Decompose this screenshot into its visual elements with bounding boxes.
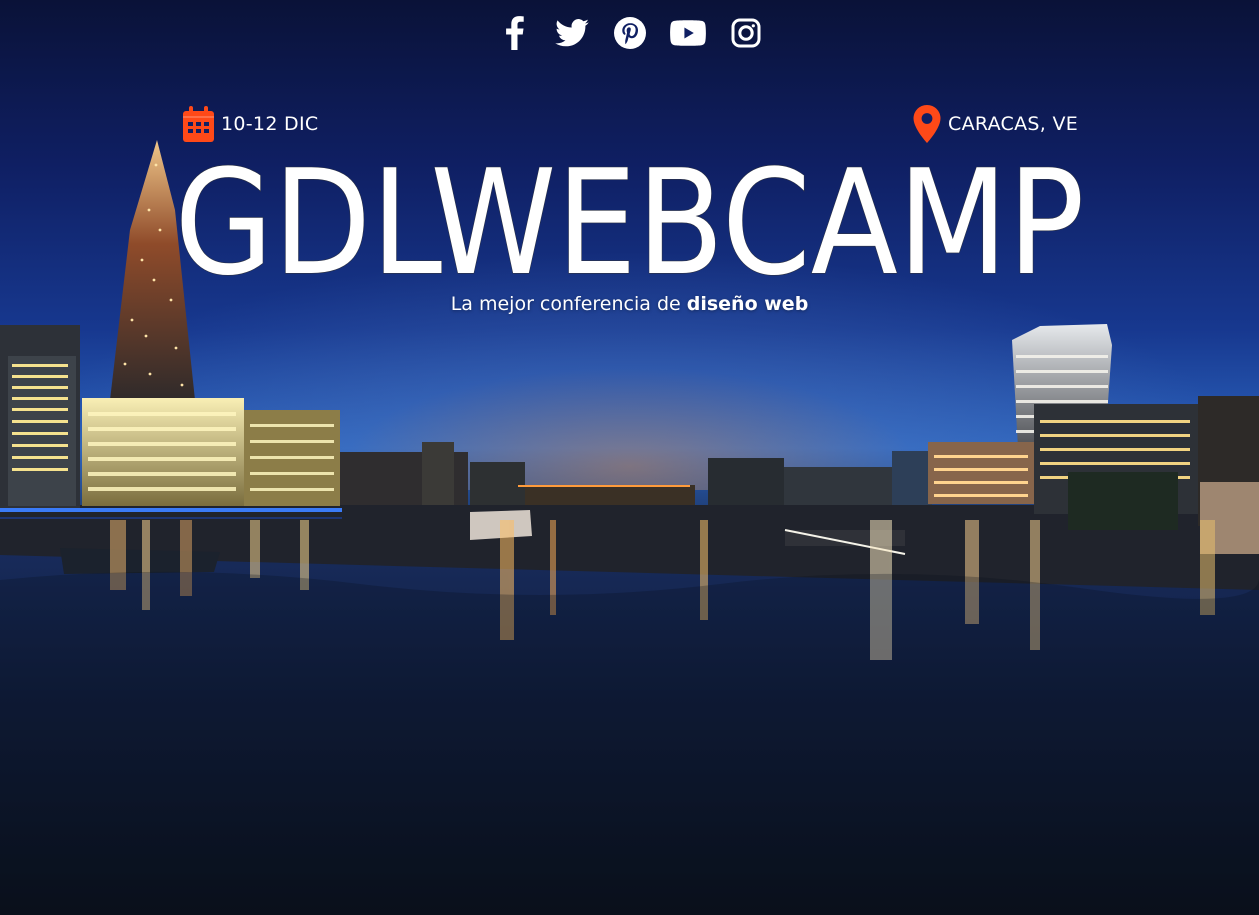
event-location: CARACAS, VE <box>912 104 1078 144</box>
facebook-icon[interactable] <box>495 14 533 52</box>
social-links-bar <box>0 14 1259 52</box>
event-subtitle: La mejor conferencia de diseño web <box>0 293 1259 315</box>
subtitle-strong: diseño web <box>686 293 809 315</box>
instagram-icon[interactable] <box>727 14 765 52</box>
event-title: GDLWEBCAMP <box>174 145 1085 309</box>
youtube-icon[interactable] <box>669 14 707 52</box>
subtitle-prefix: La mejor conferencia de <box>450 293 687 315</box>
pinterest-icon[interactable] <box>611 14 649 52</box>
calendar-icon <box>182 105 215 143</box>
event-title-text: GDLWEBCAMP <box>175 145 1085 308</box>
event-date: 10-12 DIC <box>182 104 318 144</box>
event-date-text: 10-12 DIC <box>221 113 319 135</box>
twitter-icon[interactable] <box>553 14 591 52</box>
hero-section: 10-12 DIC CARACAS, VE GDLWEBCAMP La mejo… <box>0 0 1259 915</box>
event-location-text: CARACAS, VE <box>948 113 1079 135</box>
location-pin-icon <box>912 104 942 144</box>
